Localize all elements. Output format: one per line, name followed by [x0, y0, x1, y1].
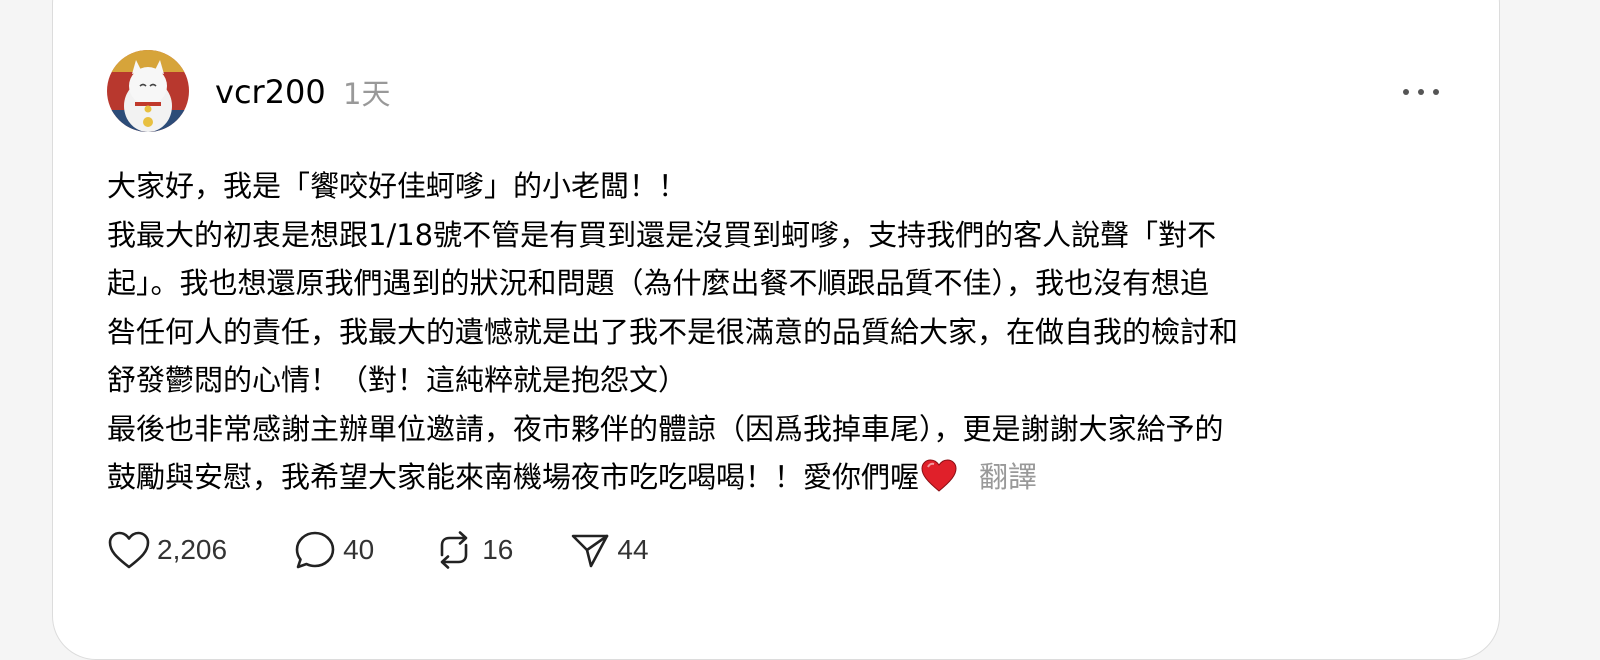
username[interactable]: vcr200	[215, 72, 326, 112]
comment-button[interactable]: 40	[293, 529, 374, 571]
post-content: 大家好，我是「饗咬好佳蚵嗲」的小老闆！！ 我最大的初衷是想跟1/18號不管是有買…	[107, 162, 1447, 508]
content-line: 我最大的初衷是想跟1/18號不管是有買到還是沒買到蚵嗲，支持我們的客人說聲「對不	[107, 217, 1217, 252]
repost-button[interactable]: 16	[432, 529, 513, 571]
share-count: 44	[617, 534, 649, 565]
heart-outline-icon	[107, 530, 151, 570]
content-line: 大家好，我是「饗咬好佳蚵嗲」的小老闆！！	[107, 169, 688, 203]
avatar[interactable]	[107, 50, 189, 132]
content-line: 鼓勵與安慰，我希望大家能來南機場夜市吃吃喝喝！！愛你們喔	[107, 460, 920, 494]
send-paper-plane-icon	[569, 530, 611, 570]
more-options-icon[interactable]	[1403, 80, 1439, 104]
comment-count: 40	[343, 534, 375, 565]
content-line: 起」。我也想還原我們遇到的狀況和問題（為什麼出餐不順跟品質不佳），我也沒有想追	[107, 266, 1210, 300]
content-line: 咎任何人的責任，我最大的遺憾就是出了我不是很滿意的品質給大家，在做自我的檢討和	[107, 314, 1239, 349]
post-time[interactable]: 1天	[343, 74, 390, 114]
action-bar: 2,206 40 16 44	[107, 528, 679, 572]
more-dot	[1403, 89, 1409, 95]
comment-bubble-icon	[293, 529, 337, 571]
repost-arrows-icon	[432, 529, 476, 571]
red-heart-emoji-icon	[921, 459, 957, 508]
avatar-image	[107, 50, 189, 132]
content-line: 舒發鬱悶的心情！（對！這純粹就是抱怨文）	[107, 363, 688, 397]
translate-link[interactable]: 翻譯	[979, 460, 1037, 494]
like-count: 2,206	[157, 534, 228, 565]
share-button[interactable]: 44	[569, 530, 649, 570]
content-line-last: 鼓勵與安慰，我希望大家能來南機場夜市吃吃喝喝！！愛你們喔 翻譯	[107, 453, 1447, 508]
more-dot	[1433, 89, 1439, 95]
content-line: 最後也非常感謝主辦單位邀請，夜市夥伴的體諒（因爲我掉車尾），更是謝謝大家給予的	[107, 411, 1224, 446]
like-button[interactable]: 2,206	[107, 530, 227, 570]
repost-count: 16	[482, 534, 514, 565]
more-dot	[1418, 89, 1424, 95]
